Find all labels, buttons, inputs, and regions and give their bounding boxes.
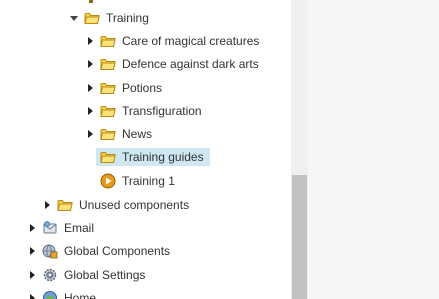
- expand-arrow-icon[interactable]: [28, 219, 36, 237]
- folder-icon: [100, 80, 116, 96]
- tree-node-label: Transfiguration: [122, 104, 202, 118]
- partial-node-icon: [89, 0, 93, 3]
- tree-node-potions[interactable]: Potions: [86, 79, 164, 97]
- folder-icon: [100, 126, 116, 142]
- collapse-arrow-icon[interactable]: [70, 9, 78, 27]
- tree-node-email[interactable]: Email: [28, 219, 96, 237]
- expand-arrow-icon[interactable]: [43, 196, 51, 214]
- tree-node-training-1[interactable]: Training 1: [100, 172, 177, 190]
- tree-node-global-settings[interactable]: Global Settings: [28, 266, 147, 284]
- vertical-scrollbar[interactable]: [291, 0, 308, 299]
- content-tree: Training Care of magical creatures Defen…: [0, 0, 291, 299]
- expand-arrow-icon[interactable]: [28, 289, 36, 299]
- global-components-icon: [42, 243, 58, 259]
- tree-node-label: Potions: [122, 81, 163, 95]
- tree-node-transfiguration[interactable]: Transfiguration: [86, 102, 204, 120]
- globe-icon: [42, 290, 58, 299]
- folder-icon: [100, 149, 116, 165]
- expand-arrow-icon[interactable]: [86, 55, 94, 73]
- expand-arrow-icon[interactable]: [86, 32, 94, 50]
- expand-arrow-icon[interactable]: [86, 125, 94, 143]
- tree-node-label: Home: [64, 291, 97, 299]
- folder-icon: [100, 33, 116, 49]
- tree-node-training-guides[interactable]: Training guides: [96, 148, 210, 166]
- scrollbar-thumb[interactable]: [292, 175, 307, 299]
- gear-icon: [42, 267, 58, 283]
- tree-node-unused-components[interactable]: Unused components: [43, 196, 191, 214]
- folder-icon: [84, 10, 100, 26]
- expand-arrow-icon[interactable]: [86, 79, 94, 97]
- content-pane: [308, 0, 439, 299]
- expand-arrow-icon[interactable]: [28, 242, 36, 260]
- tree-node-label: Training guides: [122, 150, 204, 164]
- tree-node-label: Email: [64, 221, 95, 235]
- tree-node-global-components[interactable]: Global Components: [28, 242, 172, 260]
- email-icon: [42, 220, 58, 236]
- tree-node-label: Training: [106, 11, 149, 25]
- tree-node-label: Care of magical creatures: [122, 34, 260, 48]
- tree-node-training[interactable]: Training: [70, 9, 151, 27]
- folder-icon: [100, 103, 116, 119]
- tree-node-label: Unused components: [79, 198, 190, 212]
- tree-node-home[interactable]: Home: [28, 289, 98, 299]
- tree-node-label: Global Components: [64, 244, 171, 258]
- tree-node-news[interactable]: News: [86, 125, 154, 143]
- expand-arrow-icon[interactable]: [28, 266, 36, 284]
- folder-icon: [100, 56, 116, 72]
- tree-node-care-of-magical-creatures[interactable]: Care of magical creatures: [86, 32, 261, 50]
- tree-node-label: Defence against dark arts: [122, 57, 259, 71]
- tree-node-label: Training 1: [122, 174, 175, 188]
- play-circle-icon: [100, 173, 116, 189]
- tree-node-label: Global Settings: [64, 268, 146, 282]
- expand-arrow-icon[interactable]: [86, 102, 94, 120]
- folder-icon: [57, 197, 73, 213]
- tree-node-label: News: [122, 127, 153, 141]
- tree-node-defence-against-dark-arts[interactable]: Defence against dark arts: [86, 55, 261, 73]
